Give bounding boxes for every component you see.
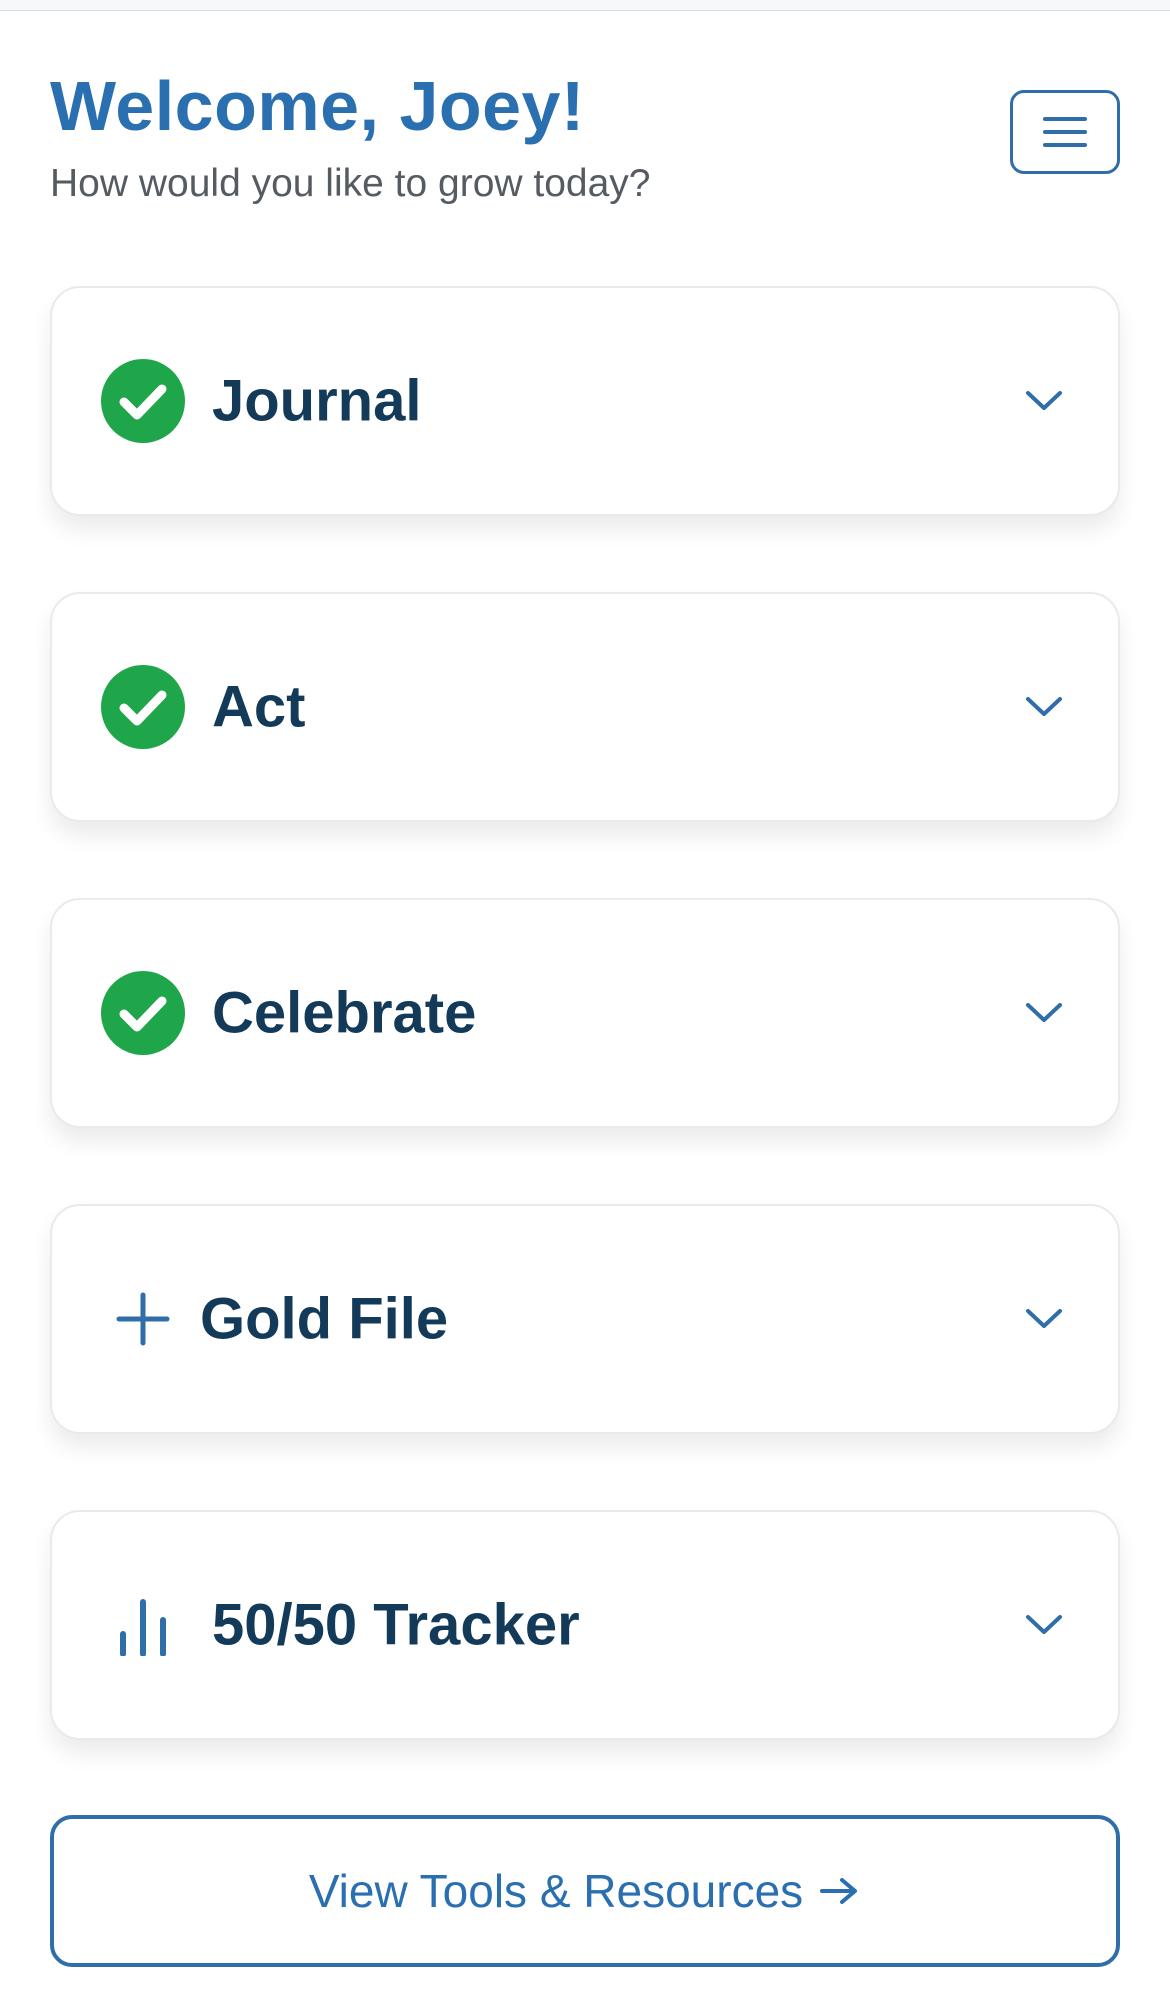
card-label-gold-file: Gold File — [200, 1286, 449, 1352]
card-label-journal: Journal — [212, 368, 422, 434]
check-circle-icon — [100, 664, 186, 750]
card-celebrate[interactable]: Celebrate — [50, 898, 1120, 1128]
check-circle-icon — [100, 970, 186, 1056]
card-label-50-50-tracker: 50/50 Tracker — [212, 1592, 580, 1658]
arrow-right-icon — [819, 1875, 861, 1907]
hamburger-menu-icon — [1043, 117, 1087, 147]
card-journal[interactable]: Journal — [50, 286, 1120, 516]
chevron-down-icon[interactable] — [1022, 1304, 1066, 1334]
chevron-down-icon[interactable] — [1022, 998, 1066, 1028]
card-act[interactable]: Act — [50, 592, 1120, 822]
tools-button-label: View Tools & Resources — [308, 1865, 804, 1917]
card-gold-file[interactable]: Gold File — [50, 1204, 1120, 1434]
page-header: Welcome, Joey! How would you like to gro… — [50, 66, 1120, 216]
check-circle-icon — [100, 358, 186, 444]
status-bar-divider — [0, 0, 1170, 11]
chevron-down-icon[interactable] — [1022, 386, 1066, 416]
page-subtitle: How would you like to grow today? — [50, 162, 651, 205]
chevron-down-icon[interactable] — [1022, 692, 1066, 722]
card-label-celebrate: Celebrate — [212, 980, 477, 1046]
plus-icon — [100, 1276, 186, 1362]
activity-cards: Journal Act Celebrate Gold File 50/50 Tr… — [50, 286, 1120, 1740]
card-50-50-tracker[interactable]: 50/50 Tracker — [50, 1510, 1120, 1740]
bar-chart-icon — [100, 1582, 186, 1668]
view-tools-resources-button[interactable]: View Tools & Resources — [50, 1815, 1120, 1967]
card-label-act: Act — [212, 674, 306, 740]
menu-button[interactable] — [1010, 90, 1120, 174]
page-title: Welcome, Joey! — [50, 67, 585, 145]
chevron-down-icon[interactable] — [1022, 1610, 1066, 1640]
